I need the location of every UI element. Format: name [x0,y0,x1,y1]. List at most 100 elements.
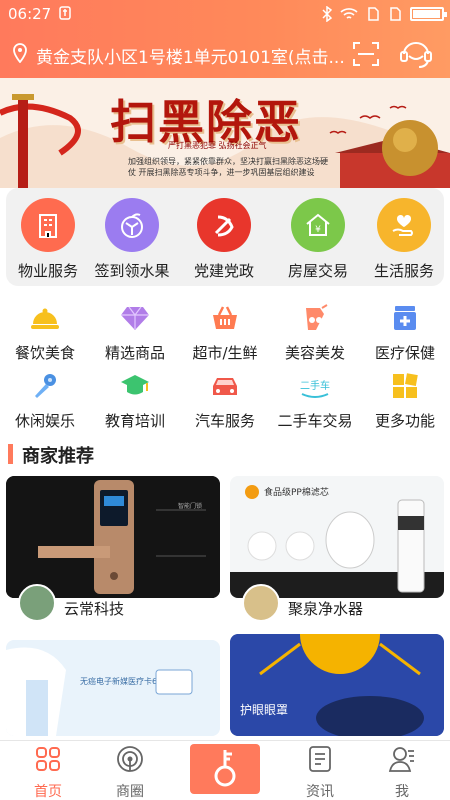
category-more[interactable]: 更多功能 [360,372,450,431]
category-label: 超市/生鲜 [192,344,258,362]
medical-kit-icon [394,306,416,330]
scan-icon[interactable] [352,40,380,68]
nav-news[interactable]: 资讯 [290,745,350,800]
microphone-icon [35,374,56,398]
customer-service-icon[interactable] [398,38,434,70]
radar-icon [117,746,143,772]
sim2-icon [390,7,401,21]
category-car[interactable]: 汽车服务 [180,372,270,431]
merchant-image-lock: 智能门锁 [6,476,220,598]
category-dining[interactable]: 餐饮美食 [0,304,90,363]
medical-card-picture: 无癌电子新媒医疗卡600 [6,640,220,736]
merchant-image-eye-mask: 护眼眼罩 [230,634,444,736]
promo-banner[interactable]: 扫黑除恶 严打黑恶犯罪 弘扬社会正气 加强组织领导，紧紧依靠群众，坚决打赢扫黑除… [0,78,450,188]
nav-business[interactable]: 商圈 [100,745,160,800]
category-used-car[interactable]: 二手车 二手车交易 [270,372,360,431]
used-car-icon: 二手车 [300,379,330,398]
service-party[interactable]: 党建党政 [184,198,264,281]
svg-text:二手车: 二手车 [300,379,330,392]
merchant-image-medical: 无癌电子新媒医疗卡600 [6,640,220,736]
merchant-name: 云常科技 [64,600,125,618]
location-pin-icon [13,43,27,63]
primary-services: 物业服务 签到领水果 党建党政 ¥ 房屋交易 生活服务 [6,188,444,286]
category-label: 教育培训 [104,412,165,430]
service-label: 房屋交易 [287,262,348,280]
service-housing[interactable]: ¥ 房屋交易 [278,198,358,281]
merchant-card[interactable]: 无癌电子新媒医疗卡600 [6,640,220,736]
nav-home[interactable]: 首页 [18,745,78,800]
party-emblem-icon [197,198,251,252]
nav-label: 我 [395,784,409,800]
sim-icon [368,7,379,21]
basket-icon [213,306,237,329]
smart-lock-picture: 智能门锁 [6,476,220,598]
wifi-icon [340,8,358,19]
category-goods[interactable]: 精选商品 [90,304,180,363]
address-text[interactable]: 黄金支队小区1号楼1单元0101室(点击... [36,43,348,68]
category-leisure[interactable]: 休闲娱乐 [0,372,90,431]
status-time: 06:27 [8,5,52,23]
svg-text:无癌电子新媒医疗卡600: 无癌电子新媒医疗卡600 [80,676,167,686]
avatar [18,584,56,622]
svg-text:食品级PP棉滤芯: 食品级PP棉滤芯 [264,486,329,498]
house-money-icon: ¥ [291,198,345,252]
eye-mask-picture: 护眼眼罩 [230,634,444,736]
nav-label: 资讯 [306,784,334,800]
category-label: 医疗保健 [374,344,435,362]
category-label: 餐饮美食 [14,344,75,362]
category-medical[interactable]: 医疗保健 [360,304,450,363]
service-label: 生活服务 [373,262,434,280]
dish-cover-icon [31,308,59,329]
section-title: 商家推荐 [22,446,94,467]
home-grid-icon [36,747,60,771]
category-label: 汽车服务 [194,412,255,430]
banner-subtitle: 严打黑恶犯罪 弘扬社会正气 [168,141,267,150]
category-label: 更多功能 [374,412,435,430]
merchant-name: 聚泉净水器 [288,600,364,618]
building-icon [21,198,75,252]
svg-text:护眼眼罩: 护眼眼罩 [240,703,288,717]
category-supermarket[interactable]: 超市/生鲜 [180,304,270,363]
water-filter-picture: 食品级PP棉滤芯 [230,476,444,598]
bluetooth-icon [322,6,332,22]
nav-label: 首页 [34,784,62,800]
service-label: 党建党政 [193,262,254,280]
heart-hand-icon [377,198,431,252]
nav-me[interactable]: 我 [372,745,432,800]
section-accent-bar [8,444,13,464]
grid-icon [393,373,418,398]
service-fruit[interactable]: 签到领水果 [92,198,172,281]
category-label: 二手车交易 [277,412,353,430]
service-label: 物业服务 [17,262,78,280]
category-beauty[interactable]: 美容美发 [270,304,360,363]
scissors-icon [306,304,328,330]
key-icon [214,750,236,787]
service-life[interactable]: 生活服务 [364,198,444,281]
usb-icon [59,6,71,20]
app-header: 06:27 黄金支队小区1号楼1单元0101室(点击... [0,0,450,78]
banner-body: 加强组织领导，紧紧依靠群众，坚决打赢扫黑除恶这场硬仗 开展扫黑除恶专项斗争，进一… [128,157,328,177]
merchant-image-filter: 食品级PP棉滤芯 [230,476,444,598]
avatar [242,584,280,622]
category-label: 精选商品 [104,344,165,362]
orange-icon [105,198,159,252]
document-icon [309,746,331,772]
battery-icon [410,7,447,21]
category-education[interactable]: 教育培训 [90,372,180,431]
merchant-card[interactable]: 护眼眼罩 [230,634,444,736]
status-bar: 06:27 [0,0,450,28]
category-label: 休闲娱乐 [14,412,75,430]
address-bar[interactable]: 黄金支队小区1号楼1单元0101室(点击... [0,34,450,74]
nav-label: 商圈 [116,784,144,800]
nav-unlock-button[interactable] [190,744,260,794]
graduation-cap-icon [121,375,149,395]
service-property[interactable]: 物业服务 [8,198,88,281]
svg-text:¥: ¥ [315,225,321,235]
diamond-icon [121,306,149,330]
user-icon [388,747,414,772]
service-label: 签到领水果 [94,262,170,280]
svg-text:智能门锁: 智能门锁 [178,502,202,510]
category-label: 美容美发 [284,344,345,362]
merchant-card[interactable]: 智能门锁 云常科技 [6,476,220,624]
merchant-card[interactable]: 食品级PP棉滤芯 聚泉净水器 [230,476,444,624]
